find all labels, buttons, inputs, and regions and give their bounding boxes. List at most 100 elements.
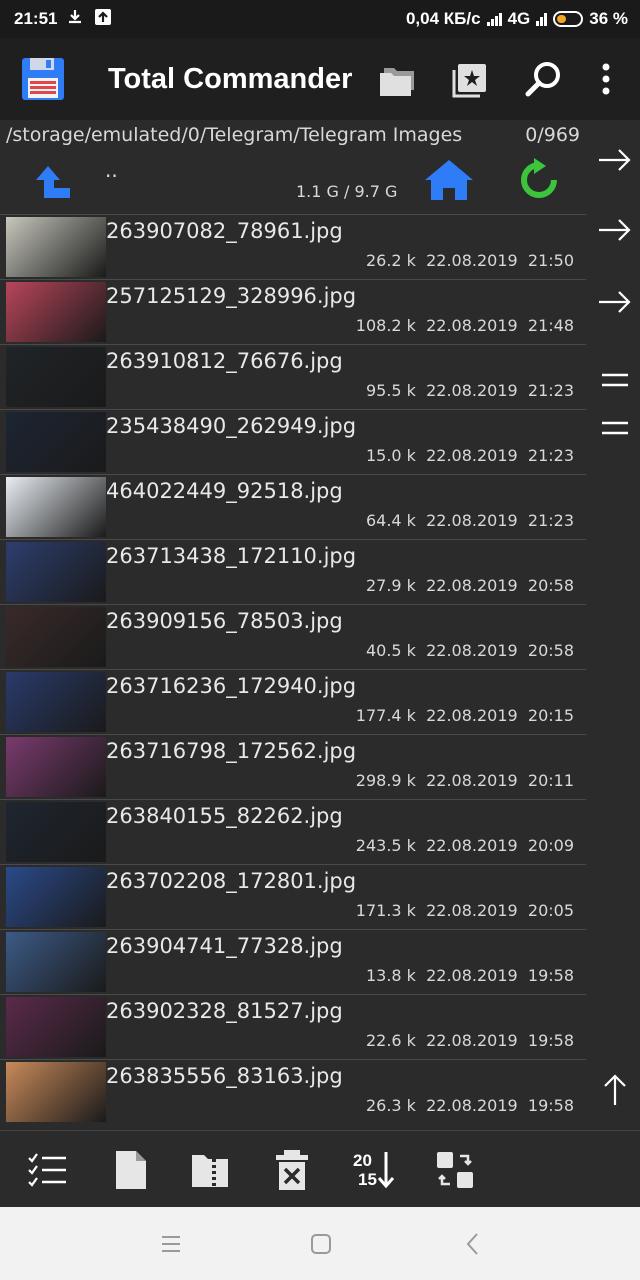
file-row[interactable]: 263910812_76676.jpg 95.5 k 22.08.2019 21:… xyxy=(0,344,586,409)
file-meta: 171.3 k 22.08.2019 20:05 xyxy=(356,901,574,920)
file-size: 177.4 k xyxy=(355,706,416,725)
file-meta: 95.5 k 22.08.2019 21:23 xyxy=(366,381,574,400)
arrow-right-icon xyxy=(599,219,631,241)
file-date: 22.08.2019 xyxy=(426,641,518,660)
path-bar[interactable]: /storage/emulated/0/Telegram/Telegram Im… xyxy=(6,124,584,152)
file-time: 19:58 xyxy=(527,1096,574,1115)
file-meta: 40.5 k 22.08.2019 20:58 xyxy=(366,641,574,660)
nav-row: .. 1.1 G / 9.7 G xyxy=(0,152,590,214)
file-meta: 108.2 k 22.08.2019 21:48 xyxy=(356,316,574,335)
archive-icon[interactable] xyxy=(188,1149,232,1191)
parent-directory-icon[interactable] xyxy=(32,160,76,204)
file-row[interactable]: 263904741_77328.jpg 13.8 k 22.08.2019 19:… xyxy=(0,929,586,994)
app-bar: Total Commander xyxy=(0,38,640,120)
refresh-icon[interactable] xyxy=(516,158,562,204)
free-space: 1.1 G / 9.7 G xyxy=(296,182,398,201)
delete-icon[interactable] xyxy=(270,1149,314,1191)
svg-text:20: 20 xyxy=(353,1151,372,1170)
file-size: 298.9 k xyxy=(355,771,416,790)
file-row[interactable]: 263907082_78961.jpg 26.2 k 22.08.2019 21:… xyxy=(0,214,586,279)
side-actions xyxy=(590,140,640,1130)
file-date: 22.08.2019 xyxy=(426,706,518,725)
bookmark-icon[interactable] xyxy=(448,58,492,102)
home-icon[interactable] xyxy=(423,158,475,202)
file-row[interactable]: 263909156_78503.jpg 40.5 k 22.08.2019 20:… xyxy=(0,604,586,669)
back-icon[interactable] xyxy=(460,1231,486,1257)
file-thumbnail xyxy=(6,932,106,992)
file-date: 22.08.2019 xyxy=(426,966,518,985)
file-meta: 177.4 k 22.08.2019 20:15 xyxy=(356,706,574,725)
file-size: 26.3 k xyxy=(365,1096,416,1115)
file-size: 15.0 k xyxy=(365,446,416,465)
file-row[interactable]: 235438490_262949.jpg 15.0 k 22.08.2019 21… xyxy=(0,409,586,474)
file-thumbnail xyxy=(6,477,106,537)
file-time: 21:50 xyxy=(527,251,574,270)
status-bar: 21:51 0,04 КБ/с 4G 36 % xyxy=(0,0,640,38)
file-size: 108.2 k xyxy=(355,316,416,335)
menu-icon[interactable] xyxy=(158,1231,184,1257)
select-list-icon[interactable] xyxy=(26,1149,70,1191)
file-name: 263716798_172562.jpg xyxy=(106,739,357,763)
folders-icon[interactable] xyxy=(376,58,420,102)
file-row[interactable]: 263902328_81527.jpg 22.6 k 22.08.2019 19:… xyxy=(0,994,586,1059)
home-nav-icon[interactable] xyxy=(308,1231,334,1257)
file-time: 20:11 xyxy=(527,771,574,790)
file-row[interactable]: 263716236_172940.jpg 177.4 k 22.08.2019 2… xyxy=(0,669,586,734)
new-file-icon[interactable] xyxy=(108,1149,152,1191)
move-right-button[interactable] xyxy=(590,210,640,250)
file-time: 19:58 xyxy=(527,1031,574,1050)
file-name: 263910812_76676.jpg xyxy=(106,349,343,373)
file-row[interactable]: 464022449_92518.jpg 64.4 k 22.08.2019 21:… xyxy=(0,474,586,539)
scroll-top-button[interactable] xyxy=(590,1070,640,1110)
file-size: 27.9 k xyxy=(365,576,416,595)
file-thumbnail xyxy=(6,867,106,927)
signal-icon-2 xyxy=(536,12,548,26)
file-size: 171.3 k xyxy=(355,901,416,920)
file-meta: 243.5 k 22.08.2019 20:09 xyxy=(356,836,574,855)
file-date: 22.08.2019 xyxy=(426,771,518,790)
file-thumbnail xyxy=(6,347,106,407)
file-date: 22.08.2019 xyxy=(426,381,518,400)
file-name: 464022449_92518.jpg xyxy=(106,479,343,503)
file-row[interactable]: 263702208_172801.jpg 171.3 k 22.08.2019 2… xyxy=(0,864,586,929)
file-time: 20:05 xyxy=(527,901,574,920)
arrow-up-icon xyxy=(604,1074,626,1105)
file-row[interactable]: 263835556_83163.jpg 26.3 k 22.08.2019 19:… xyxy=(0,1059,586,1124)
parent-directory[interactable]: .. xyxy=(105,158,118,182)
file-date: 22.08.2019 xyxy=(426,1096,518,1115)
sort-icon[interactable]: 20 15 xyxy=(350,1149,394,1191)
arrow-right-icon xyxy=(599,149,631,171)
svg-text:15: 15 xyxy=(358,1170,377,1189)
sync-button[interactable] xyxy=(590,408,640,448)
save-icon[interactable] xyxy=(20,56,66,102)
file-row[interactable]: 263840155_82262.jpg 243.5 k 22.08.2019 20… xyxy=(0,799,586,864)
app-title: Total Commander xyxy=(108,63,353,95)
file-name: 263909156_78503.jpg xyxy=(106,609,343,633)
search-icon[interactable] xyxy=(522,58,566,102)
file-meta: 13.8 k 22.08.2019 19:58 xyxy=(366,966,574,985)
file-name: 263902328_81527.jpg xyxy=(106,999,343,1023)
status-time: 21:51 xyxy=(14,9,58,28)
compare-button[interactable] xyxy=(590,360,640,400)
more-icon[interactable] xyxy=(584,58,628,102)
file-time: 20:15 xyxy=(527,706,574,725)
file-name: 257125129_328996.jpg xyxy=(106,284,357,308)
file-date: 22.08.2019 xyxy=(426,576,518,595)
file-thumbnail xyxy=(6,1062,106,1122)
copy-right-button[interactable] xyxy=(590,140,640,180)
file-row[interactable]: 263713438_172110.jpg 27.9 k 22.08.2019 20… xyxy=(0,539,586,604)
file-thumbnail xyxy=(6,607,106,667)
upload-icon xyxy=(95,9,111,25)
file-meta: 26.2 k 22.08.2019 21:50 xyxy=(366,251,574,270)
swap-panels-icon[interactable] xyxy=(434,1149,478,1191)
file-name: 263840155_82262.jpg xyxy=(106,804,343,828)
file-date: 22.08.2019 xyxy=(426,511,518,530)
file-row[interactable]: 263716798_172562.jpg 298.9 k 22.08.2019 2… xyxy=(0,734,586,799)
file-size: 95.5 k xyxy=(365,381,416,400)
file-meta: 27.9 k 22.08.2019 20:58 xyxy=(366,576,574,595)
equals-icon xyxy=(602,373,628,387)
transfer-right-button[interactable] xyxy=(590,282,640,322)
file-thumbnail xyxy=(6,282,106,342)
file-row[interactable]: 257125129_328996.jpg 108.2 k 22.08.2019 2… xyxy=(0,279,586,344)
file-time: 20:58 xyxy=(527,576,574,595)
